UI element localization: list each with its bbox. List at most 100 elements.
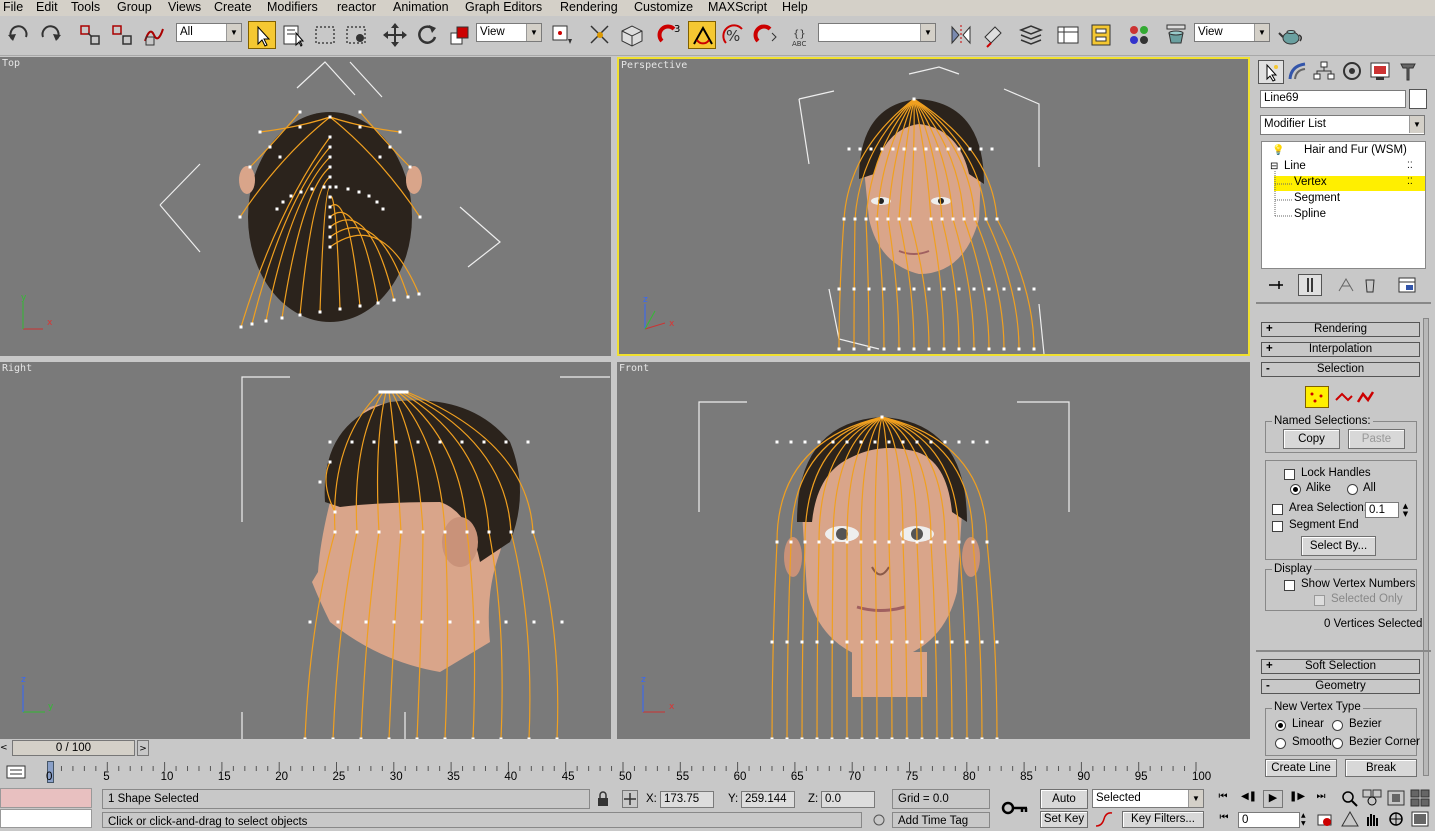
spline-vertex[interactable] — [448, 620, 452, 624]
spline-vertex[interactable] — [901, 440, 905, 444]
quick-render-teapot-icon[interactable] — [1277, 21, 1305, 49]
spline-vertex[interactable] — [957, 347, 961, 351]
spline-vertex[interactable] — [837, 347, 841, 351]
spline-vertex[interactable] — [905, 640, 909, 644]
spline-vertex[interactable] — [399, 530, 403, 534]
spline-vertex[interactable] — [817, 440, 821, 444]
spline-vertex[interactable] — [532, 620, 536, 624]
spline-vertex[interactable] — [350, 440, 354, 444]
spline-vertex[interactable] — [897, 287, 901, 291]
spline-vertex[interactable] — [1017, 347, 1021, 351]
spline-vertex[interactable] — [328, 225, 332, 229]
go-to-end-icon[interactable]: ⏭ — [1312, 791, 1330, 807]
default-in-out-tangents-icon[interactable] — [1094, 811, 1114, 828]
spline-vertex[interactable] — [990, 147, 994, 151]
pin-stack-icon[interactable] — [1265, 276, 1285, 294]
spline-vertex[interactable] — [987, 347, 991, 351]
create-tab-icon[interactable] — [1258, 60, 1284, 84]
spline-vertex[interactable] — [815, 737, 819, 740]
spline-vertex[interactable] — [378, 390, 382, 394]
bind-space-warp-icon[interactable] — [140, 21, 168, 49]
spline-vertex[interactable] — [858, 147, 862, 151]
x-coord-field[interactable]: 173.75 — [660, 791, 714, 808]
spline-vertex[interactable] — [443, 737, 447, 740]
spline-vertex[interactable] — [298, 110, 302, 114]
spline-vertex[interactable] — [239, 325, 243, 329]
spline-vertex[interactable] — [915, 440, 919, 444]
spline-vertex[interactable] — [852, 287, 856, 291]
spline-vertex[interactable] — [465, 530, 469, 534]
spline-vertex[interactable] — [1032, 287, 1036, 291]
spline-vertex[interactable] — [328, 205, 332, 209]
time-configuration-icon[interactable] — [1315, 812, 1335, 828]
absolute-mode-transform-icon[interactable] — [622, 790, 638, 808]
spline-vertex[interactable] — [951, 217, 955, 221]
scale-icon[interactable] — [445, 21, 473, 49]
keyboard-shortcut-toggle-icon[interactable] — [618, 21, 646, 49]
spline-vertex[interactable] — [358, 125, 362, 129]
spline-vertex[interactable] — [328, 175, 332, 179]
remove-modifier-icon[interactable] — [1360, 276, 1380, 294]
spline-vertex[interactable] — [346, 187, 350, 191]
spline-vertex[interactable] — [785, 640, 789, 644]
spline-vertex[interactable] — [775, 540, 779, 544]
spline-vertex[interactable] — [476, 620, 480, 624]
hierarchy-tab-icon[interactable] — [1312, 60, 1338, 84]
spline-vertex[interactable] — [289, 194, 293, 198]
spline-vertex[interactable] — [328, 165, 332, 169]
rollout-geometry[interactable]: - Geometry — [1261, 679, 1420, 694]
arc-rotate-icon[interactable] — [1386, 810, 1406, 828]
spline-vertex[interactable] — [392, 298, 396, 302]
spline-vertex[interactable] — [789, 440, 793, 444]
spline-vertex[interactable] — [390, 390, 394, 394]
spline-vertex[interactable] — [920, 737, 924, 740]
spline-vertex[interactable] — [334, 185, 338, 189]
spinner-arrows-icon[interactable]: ▲ ▼ — [1301, 812, 1311, 828]
menu-animation[interactable]: Animation — [393, 0, 449, 16]
viewport-perspective[interactable]: Perspective x z — [617, 57, 1250, 356]
spline-vertex[interactable] — [897, 347, 901, 351]
stack-item-hair-and-fur[interactable]: Hair and Fur (WSM) — [1304, 144, 1407, 156]
stack-item-spline[interactable]: Spline — [1294, 208, 1326, 220]
spline-vertex[interactable] — [355, 530, 359, 534]
spline-vertex[interactable] — [336, 620, 340, 624]
spline-vertex[interactable] — [555, 737, 559, 740]
menu-group[interactable]: Group — [117, 0, 152, 16]
zoom-icon[interactable] — [1340, 789, 1360, 807]
material-editor-icon[interactable] — [1125, 21, 1153, 49]
key-mode-toggle-icon[interactable]: ⏮ — [1214, 812, 1234, 828]
spline-vertex[interactable] — [1002, 287, 1006, 291]
spline-vertex[interactable] — [238, 215, 242, 219]
spline-vertex[interactable] — [920, 640, 924, 644]
spline-vertex[interactable] — [882, 347, 886, 351]
spline-vertex[interactable] — [406, 295, 410, 299]
spline-vertex[interactable] — [962, 217, 966, 221]
smooth-radio[interactable] — [1275, 738, 1286, 749]
spline-vertex[interactable] — [927, 287, 931, 291]
bezier-corner-radio[interactable] — [1332, 738, 1343, 749]
spline-vertex[interactable] — [443, 530, 447, 534]
spline-vertex[interactable] — [298, 125, 302, 129]
go-to-start-icon[interactable]: ⏮ — [1214, 791, 1232, 807]
segment-end-checkbox[interactable] — [1272, 521, 1283, 532]
set-key-icon[interactable] — [1000, 795, 1030, 821]
menu-tools[interactable]: Tools — [71, 0, 100, 16]
panel-scrollbar[interactable] — [1423, 318, 1429, 776]
paste-button[interactable]: Paste — [1348, 429, 1405, 449]
spline-vertex[interactable] — [995, 737, 999, 740]
spline-vertex[interactable] — [299, 190, 303, 194]
spline-vertex[interactable] — [318, 480, 322, 484]
spline-vertex[interactable] — [378, 155, 382, 159]
set-key-button[interactable]: Set Key — [1040, 811, 1088, 828]
render-scene-icon[interactable] — [1162, 21, 1190, 49]
spline-vertex[interactable] — [250, 322, 254, 326]
layer-manager-icon[interactable] — [1017, 21, 1045, 49]
motion-tab-icon[interactable] — [1340, 60, 1366, 84]
bezier-radio[interactable] — [1332, 720, 1343, 731]
spline-vertex[interactable] — [915, 540, 919, 544]
spline-vertex[interactable] — [531, 530, 535, 534]
select-and-manipulate-icon[interactable] — [586, 21, 614, 49]
alike-radio[interactable] — [1290, 484, 1301, 495]
utilities-tab-icon[interactable] — [1396, 60, 1422, 84]
spline-vertex[interactable] — [789, 540, 793, 544]
